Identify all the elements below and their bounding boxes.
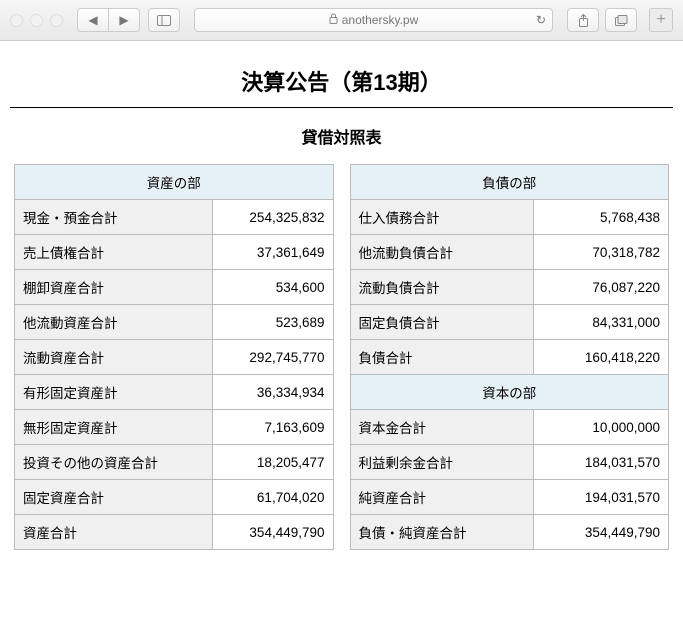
back-button[interactable]: ◀ [77,8,109,32]
row-label: 資産合計 [15,515,213,550]
row-value: 354,449,790 [533,515,668,550]
row-value: 61,704,020 [213,480,333,515]
row-label: 有形固定資産計 [15,375,213,410]
row-label: 棚卸資産合計 [15,270,213,305]
share-button[interactable] [567,8,599,32]
table-row: 売上債権合計37,361,649 [15,235,334,270]
liabilities-equity-table: 負債の部 仕入債務合計5,768,438他流動負債合計70,318,782流動負… [350,164,670,550]
table-row: 利益剰余金合計184,031,570 [350,445,669,480]
browser-toolbar: ◀ ▶ anothersky.pw ↻ + [0,0,683,41]
row-label: 固定資産合計 [15,480,213,515]
minimize-window-icon[interactable] [30,14,43,27]
new-tab-button[interactable]: + [649,8,673,32]
page-subtitle: 貸借対照表 [10,124,673,148]
table-row: 資産合計354,449,790 [15,515,334,550]
reload-icon[interactable]: ↻ [536,13,546,27]
assets-table: 資産の部 現金・預金合計254,325,832売上債権合計37,361,649棚… [14,164,334,550]
table-row: 流動負債合計76,087,220 [350,270,669,305]
page-title: 決算公告（第13期） [10,65,673,97]
page-content: 決算公告（第13期） 貸借対照表 資産の部 現金・預金合計254,325,832… [0,41,683,564]
table-row: 他流動資産合計523,689 [15,305,334,340]
row-label: 利益剰余金合計 [350,445,533,480]
row-value: 160,418,220 [533,340,668,375]
window-controls [10,14,63,27]
row-value: 76,087,220 [533,270,668,305]
sidebar-button[interactable] [148,8,180,32]
row-value: 292,745,770 [213,340,333,375]
row-label: 負債・純資産合計 [350,515,533,550]
table-row: 棚卸資産合計534,600 [15,270,334,305]
row-value: 70,318,782 [533,235,668,270]
table-row: 負債・純資産合計354,449,790 [350,515,669,550]
url-text: anothersky.pw [342,13,418,27]
table-row: 投資その他の資産合計18,205,477 [15,445,334,480]
table-row: 他流動負債合計70,318,782 [350,235,669,270]
table-row: 流動資産合計292,745,770 [15,340,334,375]
row-label: 流動資産合計 [15,340,213,375]
close-window-icon[interactable] [10,14,23,27]
table-row: 資本金合計10,000,000 [350,410,669,445]
row-label: 流動負債合計 [350,270,533,305]
row-label: 他流動負債合計 [350,235,533,270]
lock-icon [329,13,338,27]
row-label: 投資その他の資産合計 [15,445,213,480]
row-value: 7,163,609 [213,410,333,445]
balance-sheet-tables: 資産の部 現金・預金合計254,325,832売上債権合計37,361,649棚… [10,164,673,550]
row-label: 現金・預金合計 [15,200,213,235]
row-label: 売上債権合計 [15,235,213,270]
forward-button[interactable]: ▶ [109,8,140,32]
row-value: 534,600 [213,270,333,305]
row-label: 仕入債務合計 [350,200,533,235]
assets-header: 資産の部 [15,165,334,200]
table-row: 仕入債務合計5,768,438 [350,200,669,235]
table-row: 固定負債合計84,331,000 [350,305,669,340]
address-bar[interactable]: anothersky.pw ↻ [194,8,553,32]
row-value: 5,768,438 [533,200,668,235]
row-label: 固定負債合計 [350,305,533,340]
row-label: 負債合計 [350,340,533,375]
row-value: 10,000,000 [533,410,668,445]
title-divider [10,107,673,108]
row-value: 36,334,934 [213,375,333,410]
table-row: 現金・預金合計254,325,832 [15,200,334,235]
table-row: 無形固定資産計7,163,609 [15,410,334,445]
zoom-window-icon[interactable] [50,14,63,27]
row-label: 純資産合計 [350,480,533,515]
row-label: 資本金合計 [350,410,533,445]
row-value: 523,689 [213,305,333,340]
row-value: 194,031,570 [533,480,668,515]
row-label: 他流動資産合計 [15,305,213,340]
row-label: 無形固定資産計 [15,410,213,445]
table-row: 固定資産合計61,704,020 [15,480,334,515]
row-value: 18,205,477 [213,445,333,480]
row-value: 37,361,649 [213,235,333,270]
row-value: 254,325,832 [213,200,333,235]
liabilities-header: 負債の部 [350,165,669,200]
table-row: 負債合計160,418,220 [350,340,669,375]
tabs-button[interactable] [605,8,637,32]
row-value: 354,449,790 [213,515,333,550]
row-value: 184,031,570 [533,445,668,480]
table-row: 有形固定資産計36,334,934 [15,375,334,410]
table-row: 純資産合計194,031,570 [350,480,669,515]
equity-header: 資本の部 [350,375,669,410]
row-value: 84,331,000 [533,305,668,340]
